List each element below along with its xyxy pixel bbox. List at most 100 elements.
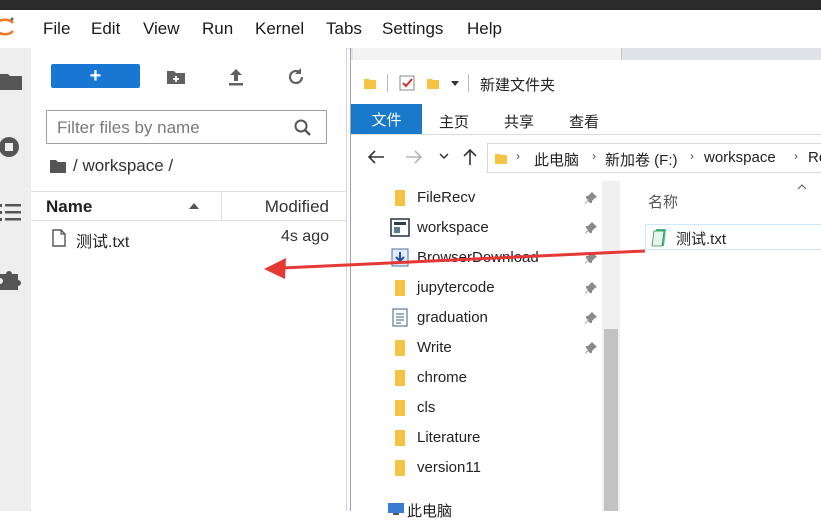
text-file-icon	[651, 229, 666, 247]
ribbon-tab-share[interactable]: 共享	[504, 111, 534, 132]
back-arrow-icon[interactable]	[367, 150, 385, 164]
nav-item-label: Write	[417, 339, 452, 356]
forward-arrow-icon[interactable]	[405, 150, 423, 164]
nav-item-label: Literature	[417, 429, 481, 446]
pin-icon[interactable]	[584, 311, 598, 325]
column-divider[interactable]	[221, 192, 222, 220]
address-segment-next[interactable]: Re	[808, 149, 821, 166]
folder-icon	[395, 340, 405, 356]
explorer-file-name: 测试.txt	[676, 231, 727, 248]
pin-icon[interactable]	[584, 221, 598, 235]
nav-item-label: BrowserDownload	[417, 249, 539, 266]
menu-help[interactable]: Help	[467, 19, 502, 39]
explorer-title-bar: 新建文件夹	[351, 60, 821, 104]
new-launcher-button[interactable]: +	[51, 64, 140, 88]
folder-icon	[495, 154, 507, 164]
folder-icon	[395, 430, 405, 446]
address-bar[interactable]: › 此电脑 › 新加卷 (F:) › workspace › Re	[487, 143, 821, 173]
search-icon[interactable]	[294, 119, 312, 137]
sort-chevron-up-icon	[797, 184, 807, 190]
content-pane: 名称 测试.txt	[621, 181, 821, 511]
folder-icon[interactable]	[0, 68, 24, 94]
menu-settings[interactable]: Settings	[382, 19, 443, 39]
filter-files-input[interactable]	[55, 115, 289, 141]
menu-edit[interactable]: Edit	[91, 19, 120, 39]
sort-ascending-icon	[189, 203, 199, 209]
new-folder-icon[interactable]	[165, 66, 187, 88]
breadcrumb: / workspace /	[49, 156, 173, 176]
address-segment-workspace[interactable]: workspace	[704, 149, 776, 166]
activity-bar	[0, 48, 32, 511]
column-modified[interactable]: Modified	[265, 197, 329, 217]
upload-icon[interactable]	[225, 66, 247, 88]
folder-icon	[395, 190, 405, 206]
home-folder-icon[interactable]	[49, 158, 67, 174]
chevron-right-icon: ›	[690, 149, 694, 163]
menu-view[interactable]: View	[143, 19, 180, 39]
nav-item-label: cls	[417, 399, 436, 416]
table-of-contents-icon[interactable]	[0, 199, 24, 225]
chevron-right-icon: ›	[592, 149, 596, 163]
plus-icon: +	[89, 65, 102, 87]
explorer-ribbon: 文件 主页 共享 查看	[351, 104, 821, 135]
computer-icon	[388, 503, 404, 515]
column-header-name[interactable]: 名称	[648, 191, 678, 212]
menu-tabs[interactable]: Tabs	[326, 19, 362, 39]
window-title: 新建文件夹	[480, 77, 556, 94]
explorer-tab-strip	[351, 48, 821, 60]
address-segment-drive[interactable]: 新加卷 (F:)	[605, 149, 678, 170]
file-name: 测试.txt	[76, 234, 130, 251]
pin-icon[interactable]	[584, 341, 598, 355]
navigation-pane: FileRecv workspace BrowserDownload jupyt…	[351, 181, 601, 520]
address-bar-row: › 此电脑 › 新加卷 (F:) › workspace › Re	[351, 135, 821, 179]
window-top-strip	[0, 0, 821, 10]
file-row[interactable]: 测试.txt 4s ago	[31, 226, 346, 251]
running-icon[interactable]	[0, 134, 24, 160]
menubar: File Edit View Run Kernel Tabs Settings …	[0, 10, 821, 49]
chevron-right-icon: ›	[516, 149, 520, 163]
extension-puzzle-icon[interactable]	[0, 266, 24, 292]
recent-locations-chevron-icon[interactable]	[439, 153, 449, 160]
pin-icon[interactable]	[584, 281, 598, 295]
new-folder-quick-icon[interactable]	[426, 76, 440, 90]
column-name[interactable]: Name	[46, 197, 92, 217]
jupyter-logo-icon	[0, 17, 14, 36]
nav-item-label: graduation	[417, 309, 488, 326]
navigation-scrollbar[interactable]	[602, 181, 620, 511]
properties-check-icon[interactable]	[399, 75, 415, 91]
nav-item-label: FileRecv	[417, 189, 476, 206]
ribbon-tab-file-label: 文件	[371, 111, 402, 129]
menu-run[interactable]: Run	[202, 19, 233, 39]
scrollbar-thumb[interactable]	[604, 329, 618, 511]
ribbon-tab-home[interactable]: 主页	[439, 111, 469, 132]
menu-kernel[interactable]: Kernel	[255, 19, 304, 39]
nav-item-label: chrome	[417, 369, 468, 386]
nav-item-label: version11	[417, 459, 481, 476]
file-list-header: Name Modified	[31, 191, 346, 221]
filter-files-box	[46, 110, 327, 144]
pin-icon[interactable]	[584, 251, 598, 265]
explorer-window: 新建文件夹 文件 主页 共享 查看 › 此电脑 › 新加卷 (F:) › wor…	[350, 48, 821, 520]
folder-icon	[395, 460, 405, 476]
explorer-file-item[interactable]: 测试.txt	[645, 224, 821, 250]
download-folder-icon	[391, 248, 409, 267]
folder-icon	[364, 79, 376, 89]
file-modified: 4s ago	[280, 228, 329, 245]
document-icon	[392, 308, 408, 327]
refresh-icon[interactable]	[285, 66, 307, 88]
address-segment-this-pc[interactable]: 此电脑	[534, 149, 579, 170]
ribbon-tab-view[interactable]: 查看	[569, 111, 599, 132]
folder-icon	[395, 370, 405, 386]
folder-icon	[395, 400, 405, 416]
folder-icon	[395, 280, 405, 296]
chevron-right-icon: ›	[794, 149, 798, 163]
nav-item-label: workspace	[417, 219, 489, 236]
file-browser-panel: + / workspace / Name Modified 测试.txt	[31, 48, 347, 511]
up-arrow-icon[interactable]	[463, 148, 477, 166]
pin-icon[interactable]	[584, 191, 598, 205]
menu-file[interactable]: File	[43, 19, 70, 39]
breadcrumb-path[interactable]: / workspace /	[73, 156, 173, 176]
nav-item-label: jupytercode	[417, 279, 495, 296]
chevron-down-icon[interactable]	[451, 81, 459, 87]
ribbon-tab-file[interactable]: 文件	[351, 104, 422, 134]
